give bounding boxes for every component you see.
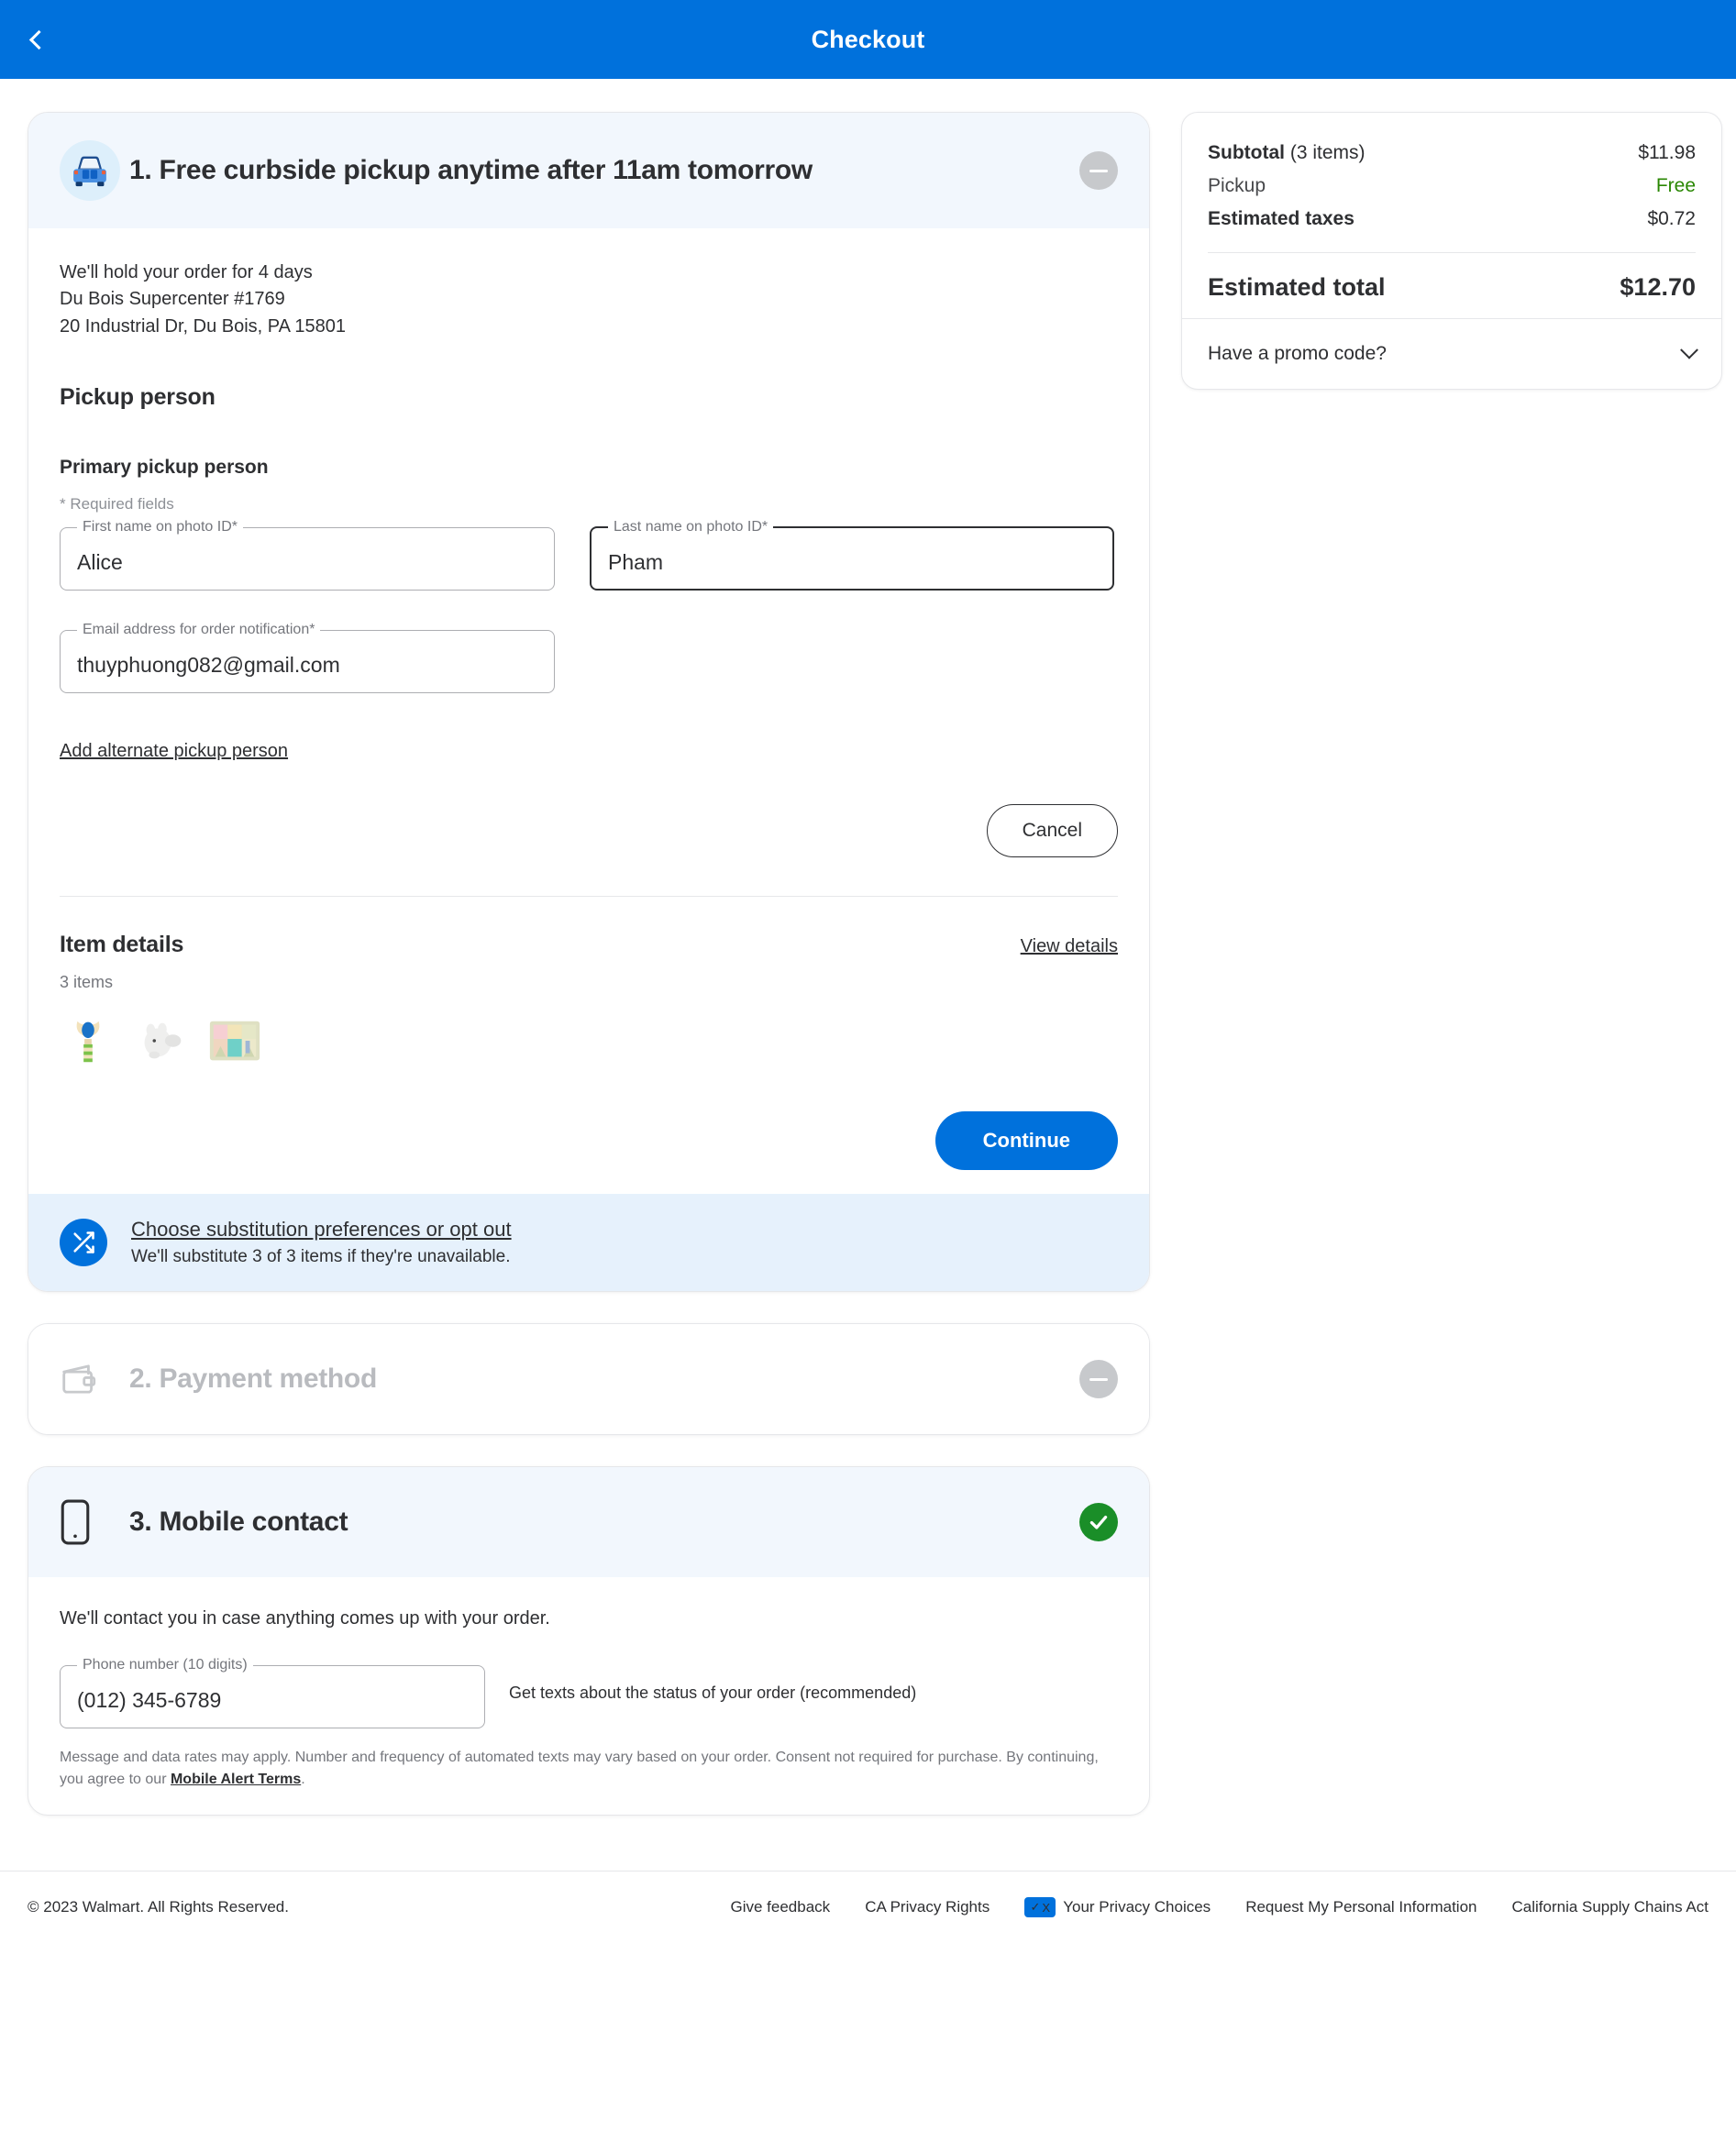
privacy-choices-label: Your Privacy Choices — [1063, 1898, 1211, 1916]
substitution-preferences-link[interactable]: Choose substitution preferences or opt o… — [131, 1218, 512, 1242]
payment-section-card: 2. Payment method — [28, 1323, 1150, 1435]
pickup-fee-value: Free — [1656, 175, 1696, 197]
chevron-left-icon — [29, 29, 49, 49]
footer-link-california-supply-chains-act[interactable]: California Supply Chains Act — [1511, 1898, 1708, 1916]
email-label: Email address for order notification* — [77, 622, 320, 638]
pickup-fee-label: Pickup — [1208, 175, 1266, 197]
subtotal-label: Subtotal — [1208, 142, 1285, 163]
email-field-wrapper: Email address for order notification* — [60, 622, 555, 693]
check-circle-icon — [1079, 1503, 1118, 1541]
footer-links: Give feedback CA Privacy Rights ✓X Your … — [289, 1897, 1708, 1917]
back-button[interactable] — [17, 19, 57, 60]
mobile-alert-terms-link[interactable]: Mobile Alert Terms — [171, 1772, 301, 1787]
mobile-contact-note: We'll contact you in case anything comes… — [60, 1608, 1118, 1629]
pickup-person-heading: Pickup person — [60, 384, 1118, 411]
email-field-row: Email address for order notification* — [60, 622, 1118, 693]
footer-link-your-privacy-choices[interactable]: ✓X Your Privacy Choices — [1024, 1897, 1211, 1917]
subtotal-items-count: (3 items) — [1285, 142, 1366, 163]
promo-code-toggle[interactable]: Have a promo code? — [1182, 318, 1721, 389]
pickup-fee-row: Pickup Free — [1208, 170, 1696, 203]
substitution-banner[interactable]: Choose substitution preferences or opt o… — [28, 1194, 1149, 1291]
mobile-contact-title: 3. Mobile contact — [129, 1507, 1079, 1538]
payment-collapse-button[interactable] — [1079, 1360, 1118, 1398]
substitution-note: We'll substitute 3 of 3 items if they're… — [131, 1247, 512, 1267]
phone-input[interactable] — [73, 1688, 471, 1713]
store-address: 20 Industrial Dr, Du Bois, PA 15801 — [60, 314, 1118, 340]
order-summary-card: Subtotal (3 items) $11.98 Pickup Free Es… — [1181, 112, 1722, 390]
shuffle-icon — [60, 1219, 107, 1266]
first-name-field-wrapper: First name on photo ID* — [60, 519, 555, 591]
store-name: Du Bois Supercenter #1769 — [60, 286, 1118, 313]
email-input[interactable] — [73, 653, 541, 678]
item-thumbnail-list — [60, 1012, 1118, 1069]
payment-section-title: 2. Payment method — [129, 1364, 1079, 1395]
page-content: 1. Free curbside pickup anytime after 11… — [0, 79, 1736, 1847]
name-field-row: First name on photo ID* Last name on pho… — [60, 519, 1118, 591]
cancel-button[interactable]: Cancel — [987, 804, 1118, 857]
taxes-value: $0.72 — [1647, 208, 1696, 230]
view-details-link[interactable]: View details — [1021, 936, 1118, 957]
main-column: 1. Free curbside pickup anytime after 11… — [28, 112, 1150, 1847]
pickup-section-title: 1. Free curbside pickup anytime after 11… — [129, 155, 1079, 186]
footer-link-request-my-personal-information[interactable]: Request My Personal Information — [1245, 1898, 1476, 1916]
phone-input-row: Phone number (10 digits) Get texts about… — [60, 1657, 1118, 1728]
add-alternate-pickup-person-link[interactable]: Add alternate pickup person — [60, 741, 288, 762]
app-header: Checkout — [0, 0, 1736, 79]
mobile-contact-header[interactable]: 3. Mobile contact — [28, 1467, 1149, 1577]
page-footer: © 2023 Walmart. All Rights Reserved. Giv… — [0, 1871, 1736, 1939]
primary-pickup-person-heading: Primary pickup person — [60, 457, 1118, 479]
subtotal-label-group: Subtotal (3 items) — [1208, 142, 1366, 164]
first-name-input[interactable] — [73, 550, 541, 575]
phone-field-wrapper: Phone number (10 digits) — [60, 1657, 485, 1728]
last-name-input[interactable] — [604, 550, 1100, 575]
required-fields-note: * Required fields — [60, 495, 1118, 513]
page-title: Checkout — [0, 26, 1736, 54]
continue-button[interactable]: Continue — [935, 1111, 1118, 1170]
phone-label: Phone number (10 digits) — [77, 1657, 253, 1673]
footer-link-give-feedback[interactable]: Give feedback — [731, 1898, 831, 1916]
estimated-total-row: Estimated total $12.70 — [1208, 253, 1696, 309]
footer-link-ca-privacy-rights[interactable]: CA Privacy Rights — [865, 1898, 990, 1916]
taxes-label: Estimated taxes — [1208, 208, 1355, 230]
mobile-contact-card: 3. Mobile contact We'll contact you in c… — [28, 1466, 1150, 1816]
pickup-section-header[interactable]: 1. Free curbside pickup anytime after 11… — [28, 113, 1149, 228]
mobile-legal-text: Message and data rates may apply. Number… — [60, 1747, 1118, 1791]
pickup-section-body: We'll hold your order for 4 days Du Bois… — [28, 228, 1149, 1194]
wallet-icon — [60, 1361, 129, 1397]
hold-order-note: We'll hold your order for 4 days — [60, 259, 1118, 286]
last-name-label: Last name on photo ID* — [608, 519, 773, 536]
mobile-contact-body: We'll contact you in case anything comes… — [28, 1577, 1149, 1815]
estimated-total-label: Estimated total — [1208, 273, 1386, 302]
subtotal-row: Subtotal (3 items) $11.98 — [1208, 137, 1696, 170]
order-summary-column: Subtotal (3 items) $11.98 Pickup Free Es… — [1181, 112, 1722, 390]
subtotal-value: $11.98 — [1638, 142, 1696, 164]
last-name-field-wrapper: Last name on photo ID* — [590, 519, 1114, 591]
baby-rattle-toy-thumbnail[interactable] — [60, 1012, 116, 1069]
car-trunk-icon — [60, 140, 129, 201]
first-name-label: First name on photo ID* — [77, 519, 243, 536]
estimated-total-value: $12.70 — [1620, 273, 1696, 302]
item-details-header: Item details View details — [60, 932, 1118, 958]
continue-button-row: Continue — [60, 1111, 1118, 1170]
copyright-text: © 2023 Walmart. All Rights Reserved. — [28, 1898, 289, 1916]
taxes-row: Estimated taxes $0.72 — [1208, 203, 1696, 236]
promo-code-label: Have a promo code? — [1208, 343, 1387, 365]
item-details-title: Item details — [60, 932, 183, 958]
white-plush-toy-thumbnail[interactable] — [133, 1012, 190, 1069]
order-summary-body: Subtotal (3 items) $11.98 Pickup Free Es… — [1182, 113, 1721, 318]
phone-hint-text: Get texts about the status of your order… — [509, 1684, 916, 1703]
chevron-down-icon — [1680, 341, 1698, 359]
legal-text-after: . — [301, 1772, 304, 1787]
cancel-button-row: Cancel — [60, 804, 1118, 857]
phone-icon — [60, 1498, 129, 1546]
items-count-label: 3 items — [60, 973, 1118, 992]
substitution-text-block: Choose substitution preferences or opt o… — [131, 1218, 512, 1267]
payment-section-header[interactable]: 2. Payment method — [28, 1324, 1149, 1434]
pastel-blocks-set-thumbnail[interactable] — [206, 1012, 263, 1069]
pickup-collapse-button[interactable] — [1079, 151, 1118, 190]
pickup-section-card: 1. Free curbside pickup anytime after 11… — [28, 112, 1150, 1292]
section-divider — [60, 896, 1118, 897]
privacy-choices-icon: ✓X — [1024, 1897, 1056, 1917]
